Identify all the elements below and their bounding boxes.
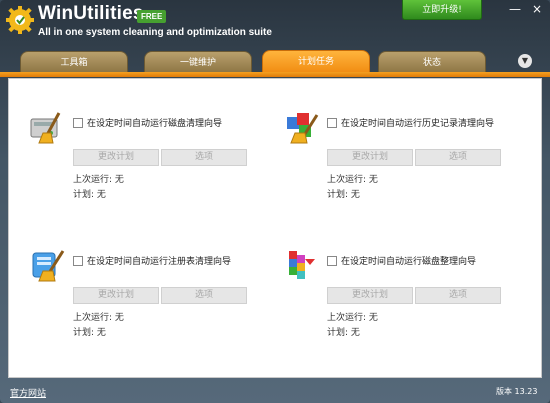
options-button[interactable]: 选项 — [415, 149, 501, 166]
task-enable-checkbox[interactable] — [73, 256, 83, 266]
version-text: 版本 13.23 — [496, 387, 538, 396]
disk-defrag-icon — [289, 251, 315, 279]
last-run-text: 上次运行: 无 — [73, 175, 124, 185]
task-label: 在设定时间自动运行历史记录清理向导 — [341, 119, 495, 129]
change-schedule-button[interactable]: 更改计划 — [327, 287, 413, 304]
plan-text: 计划: 无 — [73, 190, 106, 200]
change-schedule-button[interactable]: 更改计划 — [73, 149, 159, 166]
history-cleanup-icon — [287, 113, 319, 144]
registry-cleanup-icon — [32, 250, 65, 282]
disk-cleanup-icon — [30, 112, 61, 144]
task-history-cleanup: 在设定时间自动运行历史记录清理向导 更改计划 选项 上次运行: 无 计划: 无 — [275, 111, 525, 221]
task-enable-checkbox[interactable] — [327, 118, 337, 128]
tab-menu-icon[interactable]: ▼ — [518, 54, 532, 68]
tab-one-click-maintenance[interactable]: 一键维护 — [144, 51, 252, 74]
task-registry-cleanup: 在设定时间自动运行注册表清理向导 更改计划 选项 上次运行: 无 计划: 无 — [21, 249, 271, 359]
close-icon[interactable]: × — [530, 2, 544, 16]
last-run-text: 上次运行: 无 — [73, 313, 124, 323]
gear-logo-icon — [6, 6, 34, 34]
task-enable-checkbox[interactable] — [327, 256, 337, 266]
change-schedule-button[interactable]: 更改计划 — [327, 149, 413, 166]
scheduled-tasks-panel: 在设定时间自动运行磁盘清理向导 更改计划 选项 上次运行: 无 计划: 无 在设… — [8, 78, 542, 378]
free-badge: FREE — [137, 10, 167, 23]
task-disk-defrag: 在设定时间自动运行磁盘整理向导 更改计划 选项 上次运行: 无 计划: 无 — [275, 249, 525, 359]
tab-scheduled-tasks[interactable]: 计划任务 — [262, 50, 370, 74]
task-label: 在设定时间自动运行磁盘清理向导 — [87, 119, 223, 129]
task-enable-checkbox[interactable] — [73, 118, 83, 128]
tab-status[interactable]: 状态 — [378, 51, 486, 74]
official-website-link[interactable]: 官方网站 — [10, 386, 46, 399]
minimize-icon[interactable]: — — [508, 2, 522, 16]
options-button[interactable]: 选项 — [415, 287, 501, 304]
task-disk-cleanup: 在设定时间自动运行磁盘清理向导 更改计划 选项 上次运行: 无 计划: 无 — [21, 111, 271, 221]
app-window: WinUtilities FREE All in one system clea… — [0, 0, 550, 403]
tab-underline — [0, 72, 550, 77]
options-button[interactable]: 选项 — [161, 287, 247, 304]
task-label: 在设定时间自动运行磁盘整理向导 — [341, 257, 477, 267]
plan-text: 计划: 无 — [327, 328, 360, 338]
last-run-text: 上次运行: 无 — [327, 175, 378, 185]
upgrade-button[interactable]: 立即升级! — [402, 0, 482, 20]
app-tagline: All in one system cleaning and optimizat… — [38, 27, 272, 38]
last-run-text: 上次运行: 无 — [327, 313, 378, 323]
plan-text: 计划: 无 — [73, 328, 106, 338]
tab-toolbox[interactable]: 工具箱 — [20, 51, 128, 74]
app-title: WinUtilities — [38, 3, 144, 24]
tab-bar: 工具箱 一键维护 计划任务 状态 ▼ — [0, 48, 550, 74]
task-label: 在设定时间自动运行注册表清理向导 — [87, 257, 232, 267]
plan-text: 计划: 无 — [327, 190, 360, 200]
options-button[interactable]: 选项 — [161, 149, 247, 166]
change-schedule-button[interactable]: 更改计划 — [73, 287, 159, 304]
